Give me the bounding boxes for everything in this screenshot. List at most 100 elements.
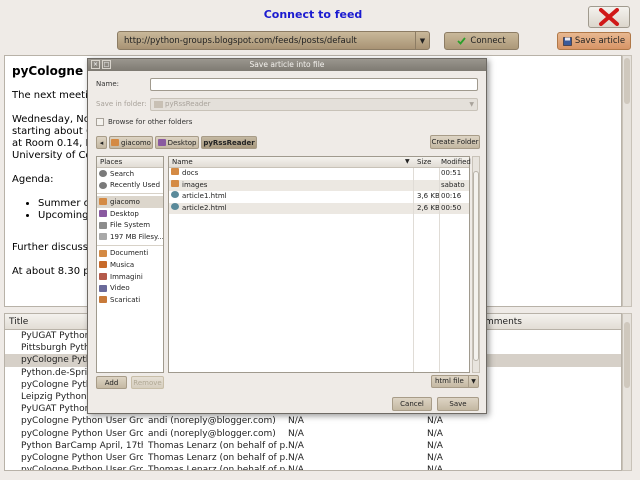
place-label: Search bbox=[110, 169, 135, 178]
cell-title: pyCologne Python User Gro... bbox=[21, 416, 143, 427]
table-row[interactable]: pyCologne Python User Gro... Thomas Lenar… bbox=[5, 452, 621, 464]
home-folder-icon bbox=[99, 198, 107, 206]
close-button[interactable] bbox=[588, 6, 630, 28]
breadcrumb-label: Desktop bbox=[167, 138, 197, 147]
file-list-scrollbar[interactable] bbox=[472, 156, 480, 373]
file-name: images bbox=[182, 180, 208, 189]
table-row[interactable]: pyCologne Python User Gro... andi (norepl… bbox=[5, 428, 621, 440]
breadcrumb-pyrssreader[interactable]: pyRssReader bbox=[201, 136, 257, 149]
create-folder-button[interactable]: Create Folder bbox=[430, 135, 480, 149]
table-row[interactable]: pyCologne Python User Gro... Thomas Lenar… bbox=[5, 464, 621, 471]
path-back-button[interactable]: ◂ bbox=[96, 136, 107, 149]
cancel-button[interactable]: Cancel bbox=[392, 397, 432, 411]
list-scrollbar[interactable] bbox=[622, 313, 632, 471]
place-item[interactable]: Musica bbox=[97, 259, 163, 271]
breadcrumb-label: giacomo bbox=[121, 138, 151, 147]
folder-icon bbox=[154, 101, 163, 108]
column-modified[interactable]: Modified bbox=[441, 157, 471, 167]
chevron-down-icon: ▼ bbox=[469, 101, 474, 108]
cell-author: Thomas Lenarz (on behalf of p... bbox=[148, 465, 288, 471]
table-row[interactable]: pyCologne Python User Gro... andi (norepl… bbox=[5, 415, 621, 427]
place-item[interactable]: giacomo bbox=[97, 196, 163, 208]
column-size[interactable]: Size bbox=[417, 157, 431, 167]
chevron-down-icon[interactable]: ▼ bbox=[415, 32, 429, 49]
sort-arrow-icon: ▼ bbox=[405, 158, 410, 165]
drive-icon bbox=[99, 233, 107, 241]
remove-bookmark-button[interactable]: Remove bbox=[131, 376, 164, 389]
cell-title: Python BarCamp April, 17th... bbox=[21, 440, 143, 451]
place-item[interactable]: 197 MB Filesy... bbox=[97, 231, 163, 243]
pictures-folder-icon bbox=[99, 273, 107, 281]
dialog-titlebar[interactable]: × □ Save article into file bbox=[88, 59, 486, 71]
cell-c3: N/A bbox=[288, 465, 304, 471]
save-in-value: pyRssReader bbox=[165, 100, 211, 108]
connect-button[interactable]: Connect bbox=[444, 32, 519, 50]
home-folder-icon bbox=[111, 139, 120, 146]
place-label: Musica bbox=[110, 260, 135, 269]
search-icon bbox=[99, 170, 107, 178]
desktop-icon bbox=[157, 139, 166, 146]
places-separator bbox=[97, 244, 163, 246]
file-filter-combobox[interactable]: html file ▼ bbox=[431, 375, 479, 388]
drive-icon bbox=[99, 221, 107, 229]
folder-icon bbox=[171, 179, 179, 187]
scrollbar-thumb[interactable] bbox=[473, 171, 479, 361]
place-item[interactable]: Recently Used bbox=[97, 180, 163, 192]
cell-title: pyCologne Python User Gro... bbox=[21, 428, 143, 439]
column-title[interactable]: Title bbox=[9, 317, 28, 327]
place-item[interactable]: Documenti bbox=[97, 248, 163, 260]
close-icon[interactable]: × bbox=[91, 60, 100, 69]
place-item[interactable]: Desktop bbox=[97, 208, 163, 220]
floppy-disk-icon bbox=[563, 36, 572, 46]
place-item[interactable]: Immagini bbox=[97, 271, 163, 283]
cell-c4: N/A bbox=[427, 416, 443, 427]
file-name: article1.html bbox=[182, 192, 227, 201]
cell-author: Thomas Lenarz (on behalf of p... bbox=[148, 440, 288, 451]
scrollbar-thumb[interactable] bbox=[624, 58, 630, 104]
dialog-title: Save article into file bbox=[249, 60, 325, 69]
table-row[interactable]: Python BarCamp April, 17th... Thomas Lena… bbox=[5, 440, 621, 452]
column-comments[interactable]: mments bbox=[485, 317, 522, 327]
place-item[interactable]: File System bbox=[97, 219, 163, 231]
place-item[interactable]: Scaricati bbox=[97, 294, 163, 306]
cell-c4: N/A bbox=[427, 452, 443, 463]
file-row[interactable]: article1.html 3,6 KB 00:16 bbox=[169, 191, 469, 203]
file-modified: 00:16 bbox=[441, 192, 462, 201]
place-label: Immagini bbox=[110, 272, 143, 281]
places-sidebar[interactable]: Places Search Recently Used giacomo Desktop… bbox=[96, 156, 164, 373]
file-row[interactable]: images sabato bbox=[169, 179, 469, 192]
browse-folders-toggle[interactable]: Browse for other folders bbox=[96, 118, 192, 126]
save-in-folder-combobox[interactable]: pyRssReader ▼ bbox=[150, 98, 478, 111]
breadcrumb-giacomo[interactable]: giacomo bbox=[109, 136, 153, 149]
expander-icon[interactable] bbox=[96, 118, 104, 126]
file-row[interactable]: docs 00:51 bbox=[169, 168, 469, 180]
places-list: Search Recently Used giacomo Desktop File Sy… bbox=[97, 168, 163, 306]
place-item[interactable]: Video bbox=[97, 282, 163, 294]
chevron-down-icon: ▼ bbox=[468, 376, 478, 387]
place-item[interactable]: Search bbox=[97, 168, 163, 180]
file-list[interactable]: Name ▼ Size Modified docs 00:51 images saba… bbox=[168, 156, 471, 373]
place-label: Documenti bbox=[110, 249, 149, 258]
download-folder-icon bbox=[99, 296, 107, 304]
html-file-icon bbox=[171, 191, 179, 199]
save-button[interactable]: Save bbox=[437, 397, 479, 411]
place-label: Desktop bbox=[110, 209, 139, 218]
feed-url-combobox[interactable]: http://python-groups.blogspot.com/feeds/… bbox=[117, 31, 430, 50]
chevron-left-icon: ◂ bbox=[99, 138, 104, 147]
save-in-label: Save in folder: bbox=[96, 100, 147, 108]
desktop-icon bbox=[99, 210, 107, 218]
scrollbar-thumb[interactable] bbox=[624, 322, 630, 388]
column-divider bbox=[413, 168, 414, 372]
maximize-icon[interactable]: □ bbox=[102, 60, 111, 69]
file-name-input[interactable] bbox=[150, 78, 478, 91]
column-name[interactable]: Name bbox=[172, 157, 193, 167]
article-scrollbar[interactable] bbox=[622, 55, 632, 307]
file-modified: 00:50 bbox=[441, 203, 462, 212]
add-bookmark-button[interactable]: Add bbox=[96, 376, 127, 389]
file-name: docs bbox=[182, 169, 199, 177]
breadcrumb-desktop[interactable]: Desktop bbox=[155, 136, 199, 149]
feed-url-text: http://python-groups.blogspot.com/feeds/… bbox=[124, 35, 357, 46]
save-article-button[interactable]: Save article bbox=[557, 32, 631, 50]
video-folder-icon bbox=[99, 284, 107, 292]
file-row[interactable]: article2.html 2,6 KB 00:50 bbox=[169, 202, 469, 215]
